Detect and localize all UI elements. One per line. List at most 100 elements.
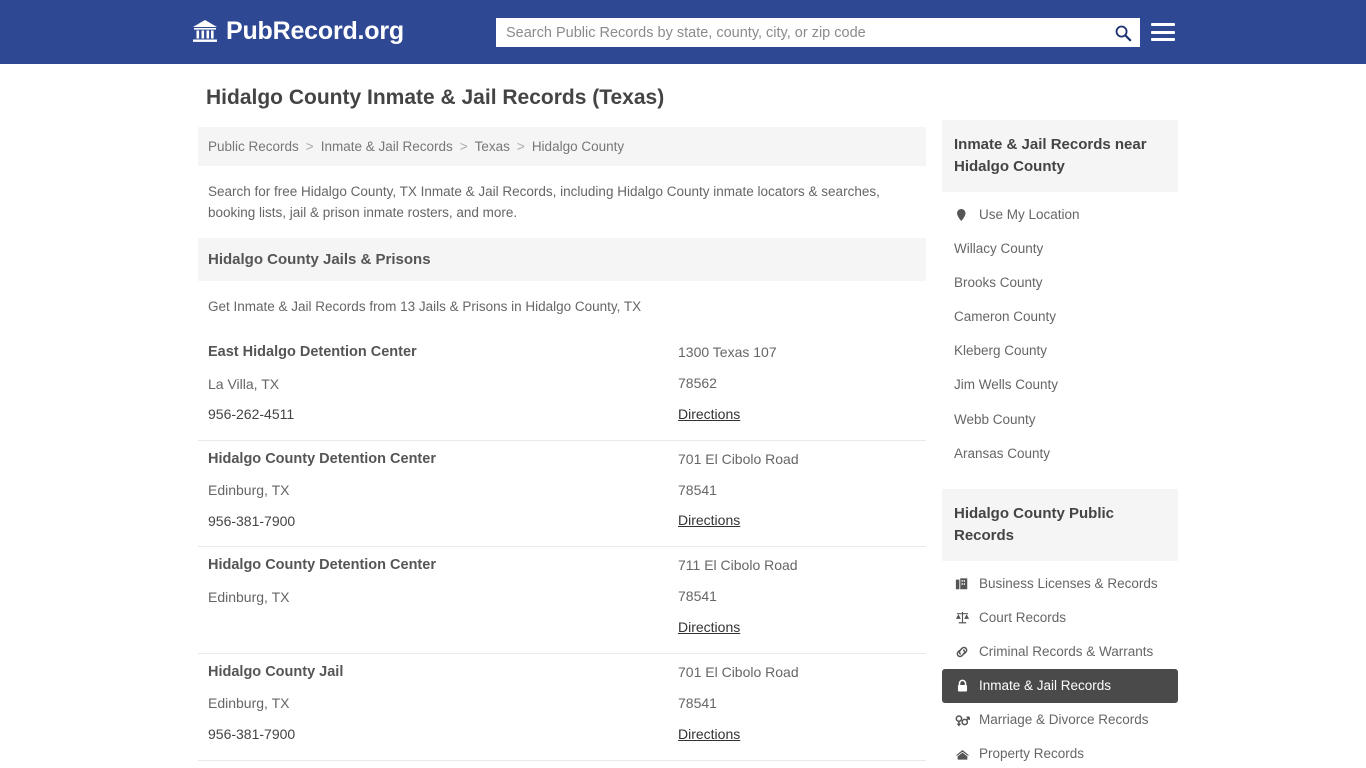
chain-link-icon — [954, 644, 970, 660]
site-logo-link[interactable]: PubRecord.org — [192, 18, 404, 44]
sidebar-item-label: Kleberg County — [954, 343, 1048, 359]
search-button[interactable] — [1106, 18, 1140, 47]
facility-city: La Villa, TX — [208, 375, 280, 392]
facility-phone: 956-262-4511 — [208, 406, 295, 423]
facility-zip: 78562 — [678, 374, 717, 391]
facility-city: Edinburg, TX — [208, 588, 290, 605]
listing-right-column: 701 El Cibolo Road 78541 Directions — [678, 451, 916, 531]
sidebar-item-criminal-records[interactable]: Criminal Records & Warrants — [942, 635, 1178, 669]
directions-link[interactable]: Directions — [678, 406, 740, 423]
facility-phone: 956-381-7900 — [208, 512, 296, 529]
facility-zip: 78541 — [678, 588, 717, 605]
search-input[interactable] — [496, 18, 1106, 47]
map-pin-icon — [954, 207, 970, 223]
breadcrumb-separator: > — [305, 139, 314, 155]
main-content: Hidalgo County Inmate & Jail Records (Te… — [198, 84, 926, 768]
bank-icon — [192, 18, 218, 44]
page-title: Hidalgo County Inmate & Jail Records (Te… — [206, 86, 665, 109]
sidebar-item-jim-wells-county[interactable]: Jim Wells County — [942, 368, 1178, 402]
hamburger-bar — [1151, 38, 1175, 41]
facility-name: Hidalgo County Detention Center — [208, 450, 436, 467]
sidebar-item-marriage-divorce-records[interactable]: Marriage & Divorce Records — [942, 703, 1178, 737]
facility-name: East Hidalgo Detention Center — [208, 344, 417, 361]
listing-right-column: 711 El Cibolo Road 78541 Directions — [678, 557, 916, 637]
sidebar-item-use-my-location[interactable]: Use My Location — [942, 198, 1178, 232]
table-row: Hidalgo County Jail Edinburg, TX 956-381… — [198, 654, 926, 761]
facility-address: 701 El Cibolo Road — [678, 663, 799, 680]
sidebar-records-list: Business Licenses & Records Court Record… — [942, 561, 1178, 768]
sidebar-nearby-list: Use My Location Willacy County Brooks Co… — [942, 192, 1178, 472]
breadcrumb-item-public-records[interactable]: Public Records — [208, 139, 299, 154]
listing-left-column: Hidalgo County Detention Center Edinburg… — [208, 557, 678, 637]
sidebar-item-property-records[interactable]: Property Records — [942, 737, 1178, 768]
sidebar-records-block: Hidalgo County Public Records Business L… — [942, 489, 1178, 768]
sidebar-item-label: Inmate & Jail Records — [979, 678, 1112, 694]
directions-link[interactable]: Directions — [678, 726, 740, 743]
table-row: Hidalgo County Detention Center Edinburg… — [198, 547, 926, 654]
brand-name: PubRecord.org — [226, 16, 404, 45]
sidebar-item-label: Marriage & Divorce Records — [979, 712, 1149, 728]
house-icon — [954, 747, 970, 763]
facility-address: 1300 Texas 107 — [678, 344, 777, 361]
sidebar-item-label: Brooks County — [954, 274, 1043, 290]
content-container: Hidalgo County Inmate & Jail Records (Te… — [198, 64, 1178, 761]
breadcrumb-item-texas[interactable]: Texas — [475, 139, 510, 154]
sidebar-item-business-licenses[interactable]: Business Licenses & Records — [942, 567, 1178, 601]
facility-zip: 78541 — [678, 694, 717, 711]
listing-left-column: East Hidalgo Detention Center La Villa, … — [208, 344, 678, 424]
directions-link[interactable]: Directions — [678, 619, 740, 636]
table-row: Hidalgo County Detention Center Edinburg… — [198, 441, 926, 548]
facility-city: Edinburg, TX — [208, 482, 290, 499]
facility-address: 701 El Cibolo Road — [678, 450, 799, 467]
listing-right-column: 1300 Texas 107 78562 Directions — [678, 344, 916, 424]
search-bar — [496, 18, 1140, 47]
breadcrumb-separator: > — [516, 139, 525, 155]
sidebar-item-webb-county[interactable]: Webb County — [942, 403, 1178, 437]
breadcrumb-separator: > — [459, 139, 468, 155]
scales-of-justice-icon — [954, 610, 970, 626]
sidebar-item-label: Jim Wells County — [954, 377, 1059, 393]
table-row: Hidalgo County Juvenile Boot Camp Weslac… — [198, 761, 926, 768]
sidebar-item-inmate-jail-records[interactable]: Inmate & Jail Records — [942, 669, 1178, 704]
sidebar-item-label: Property Records — [979, 746, 1085, 762]
sidebar-item-court-records[interactable]: Court Records — [942, 601, 1178, 635]
sidebar-nearby-heading: Inmate & Jail Records near Hidalgo Count… — [942, 120, 1178, 192]
sidebar-item-kleberg-county[interactable]: Kleberg County — [942, 334, 1178, 368]
sidebar-records-heading: Hidalgo County Public Records — [942, 489, 1178, 561]
listing-right-column: 701 El Cibolo Road 78541 Directions — [678, 664, 916, 744]
breadcrumb-item-hidalgo-county: Hidalgo County — [531, 139, 625, 155]
gender-symbols-icon — [954, 712, 970, 728]
listing-left-column: Hidalgo County Jail Edinburg, TX 956-381… — [208, 664, 678, 744]
breadcrumb-item-inmate-jail-records[interactable]: Inmate & Jail Records — [321, 139, 453, 154]
sidebar-item-cameron-county[interactable]: Cameron County — [942, 300, 1178, 334]
facility-city: Edinburg, TX — [208, 695, 290, 712]
sidebar-item-label: Use My Location — [979, 206, 1080, 222]
hamburger-bar — [1151, 30, 1175, 34]
page-body: Hidalgo County Inmate & Jail Records (Te… — [0, 64, 1366, 761]
facility-address: 711 El Cibolo Road — [678, 557, 798, 574]
facility-phone — [208, 620, 678, 637]
facility-name: Hidalgo County Jail — [208, 663, 344, 680]
table-row: East Hidalgo Detention Center La Villa, … — [198, 334, 926, 441]
sidebar-item-label: Aransas County — [954, 445, 1051, 461]
sidebar-item-brooks-county[interactable]: Brooks County — [942, 266, 1178, 300]
jails-section-subheading: Get Inmate & Jail Records from 13 Jails … — [208, 299, 642, 315]
directions-link[interactable]: Directions — [678, 512, 740, 529]
sidebar-item-willacy-county[interactable]: Willacy County — [942, 232, 1178, 266]
lock-icon — [954, 678, 970, 694]
briefcase-icon — [954, 576, 970, 592]
sidebar-item-label: Business Licenses & Records — [979, 575, 1158, 591]
search-icon — [1114, 24, 1132, 42]
facility-zip: 78541 — [678, 481, 717, 498]
sidebar-item-label: Willacy County — [954, 240, 1044, 256]
hamburger-bar — [1151, 23, 1175, 26]
sidebar-item-label: Criminal Records & Warrants — [979, 643, 1154, 659]
sidebar-item-label: Webb County — [954, 411, 1036, 427]
hamburger-menu-icon[interactable] — [1151, 20, 1175, 44]
listing-left-column: Hidalgo County Detention Center Edinburg… — [208, 451, 678, 531]
site-header: PubRecord.org — [0, 0, 1366, 64]
sidebar-item-aransas-county[interactable]: Aransas County — [942, 437, 1178, 471]
sidebar-item-label: Cameron County — [954, 309, 1057, 325]
facility-phone: 956-381-7900 — [208, 726, 296, 743]
page-intro-text: Search for free Hidalgo County, TX Inmat… — [208, 184, 880, 221]
